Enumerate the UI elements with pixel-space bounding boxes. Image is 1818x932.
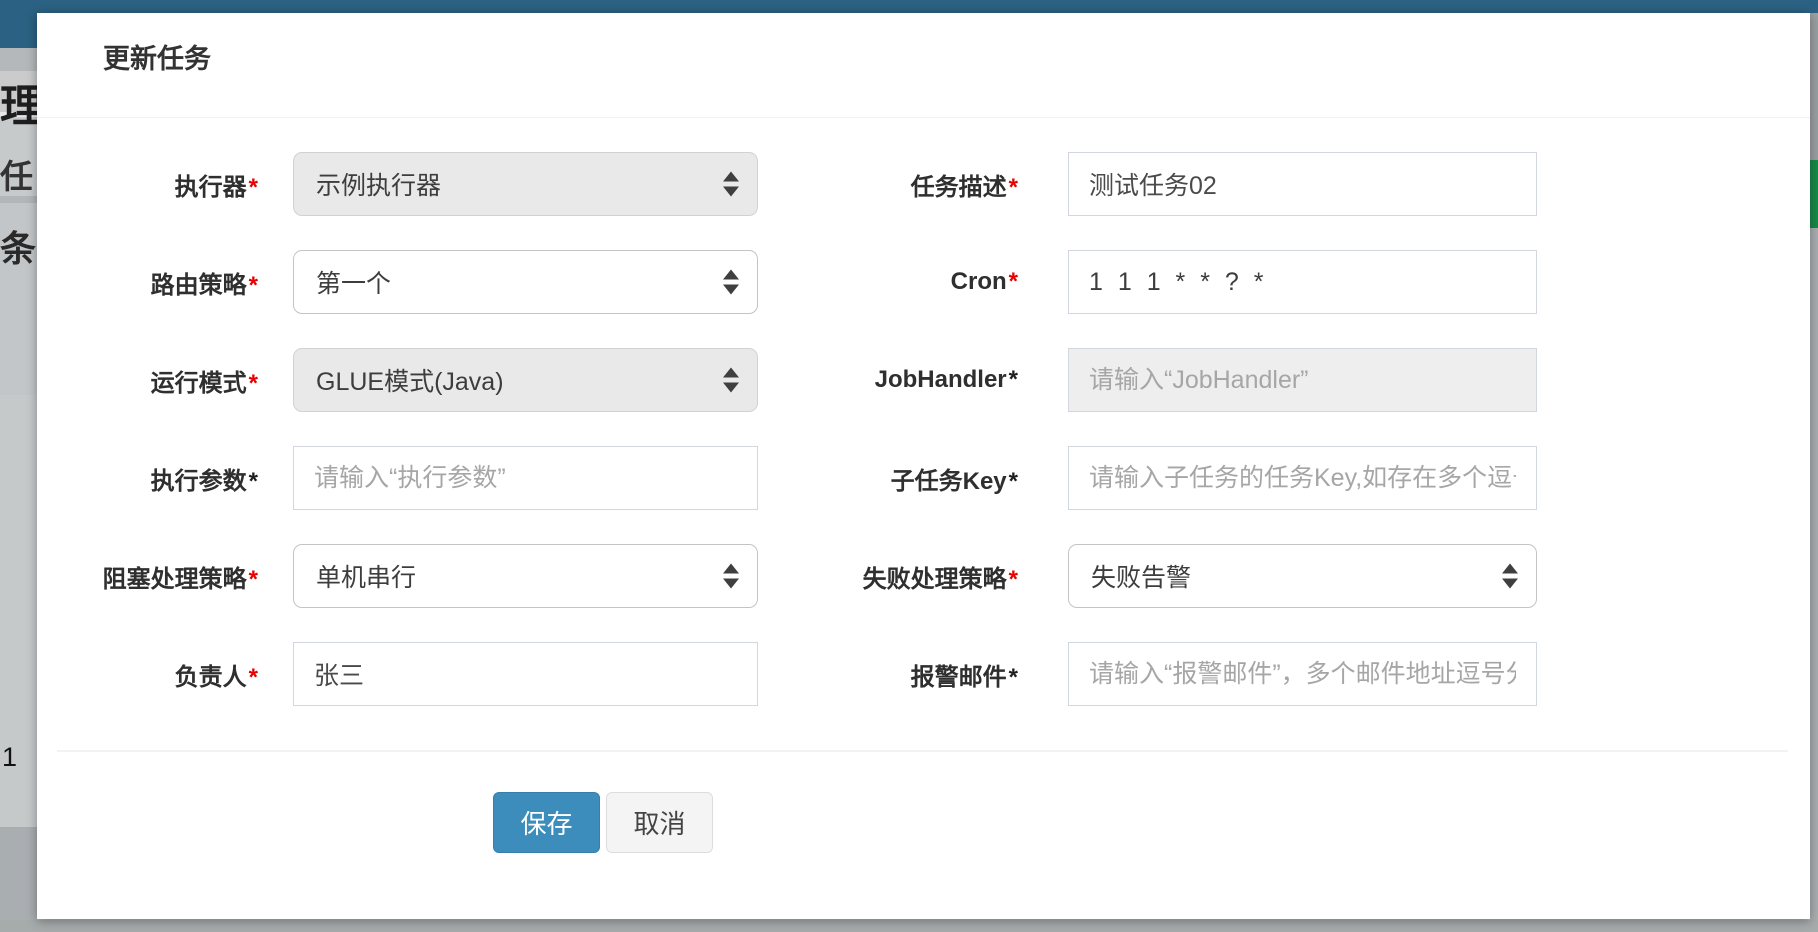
background-clipped-text: 任 bbox=[0, 150, 33, 198]
author-label: 负责人* bbox=[37, 657, 258, 692]
required-asterisk: * bbox=[1009, 174, 1018, 201]
fail-strategy-label: 失败处理策略* bbox=[758, 559, 1018, 594]
background-green-fragment bbox=[1810, 160, 1818, 228]
form-row: 阻塞处理策略* 单机串行 失败处理策略* 失败告警 bbox=[37, 544, 1810, 608]
block-strategy-label: 阻塞处理策略* bbox=[37, 559, 258, 594]
background-navbar-fragment bbox=[0, 0, 37, 48]
required-asterisk: * bbox=[1009, 268, 1018, 295]
job-desc-input[interactable] bbox=[1068, 152, 1537, 216]
required-asterisk: * bbox=[1009, 366, 1018, 393]
background-right-edge bbox=[1810, 0, 1818, 932]
dialog-title: 更新任务 bbox=[103, 37, 211, 76]
save-button[interactable]: 保存 bbox=[493, 792, 600, 853]
background-page-number: 1 bbox=[2, 742, 17, 773]
executor-label: 执行器* bbox=[37, 167, 258, 202]
form-row: 执行参数* 子任务Key* bbox=[37, 446, 1810, 510]
child-jobkey-label: 子任务Key* bbox=[758, 461, 1018, 496]
block-strategy-select[interactable]: 单机串行 bbox=[293, 544, 758, 608]
select-updown-icon bbox=[723, 270, 739, 295]
job-desc-label: 任务描述* bbox=[758, 167, 1018, 202]
required-asterisk: * bbox=[249, 272, 258, 299]
background-clipped-text: 条 bbox=[0, 220, 36, 272]
required-asterisk: * bbox=[1009, 664, 1018, 691]
child-jobkey-input[interactable] bbox=[1068, 446, 1537, 510]
fail-strategy-select[interactable]: 失败告警 bbox=[1068, 544, 1537, 608]
update-task-form: 执行器* 示例执行器 任务描述* 路由策略* bbox=[37, 152, 1810, 740]
form-divider bbox=[57, 750, 1788, 752]
update-task-dialog: 更新任务 执行器* 示例执行器 任务描述* 路 bbox=[37, 13, 1810, 919]
required-asterisk: * bbox=[1009, 566, 1018, 593]
background-navbar bbox=[0, 0, 1818, 13]
cron-label: Cron* bbox=[758, 268, 1018, 296]
required-asterisk: * bbox=[249, 370, 258, 397]
required-asterisk: * bbox=[1009, 468, 1018, 495]
route-strategy-select[interactable]: 第一个 bbox=[293, 250, 758, 314]
alarm-email-input[interactable] bbox=[1068, 642, 1537, 706]
glue-type-label: 运行模式* bbox=[37, 363, 258, 398]
select-updown-icon bbox=[723, 564, 739, 589]
form-row: 运行模式* GLUE模式(Java) JobHandler* bbox=[37, 348, 1810, 412]
exec-param-label: 执行参数* bbox=[37, 461, 258, 496]
required-asterisk: * bbox=[249, 468, 258, 495]
jobhandler-input[interactable] bbox=[1068, 348, 1537, 412]
cron-input[interactable] bbox=[1068, 250, 1537, 314]
author-input[interactable] bbox=[293, 642, 758, 706]
cancel-button[interactable]: 取消 bbox=[606, 792, 713, 853]
jobhandler-label: JobHandler* bbox=[758, 366, 1018, 394]
required-asterisk: * bbox=[249, 664, 258, 691]
glue-type-select[interactable]: GLUE模式(Java) bbox=[293, 348, 758, 412]
exec-param-input[interactable] bbox=[293, 446, 758, 510]
alarm-email-label: 报警邮件* bbox=[758, 657, 1018, 692]
background-left-edge: 理 任 条 1 bbox=[0, 0, 37, 932]
route-strategy-label: 路由策略* bbox=[37, 265, 258, 300]
dialog-header: 更新任务 bbox=[37, 13, 1810, 118]
background-bottom-edge bbox=[0, 920, 1818, 932]
select-updown-icon bbox=[723, 172, 739, 197]
required-asterisk: * bbox=[249, 174, 258, 201]
select-updown-icon bbox=[723, 368, 739, 393]
form-row: 路由策略* 第一个 Cron* bbox=[37, 250, 1810, 314]
select-updown-icon bbox=[1502, 564, 1518, 589]
form-row: 执行器* 示例执行器 任务描述* bbox=[37, 152, 1810, 216]
required-asterisk: * bbox=[249, 566, 258, 593]
executor-select[interactable]: 示例执行器 bbox=[293, 152, 758, 216]
form-row: 负责人* 报警邮件* bbox=[37, 642, 1810, 706]
